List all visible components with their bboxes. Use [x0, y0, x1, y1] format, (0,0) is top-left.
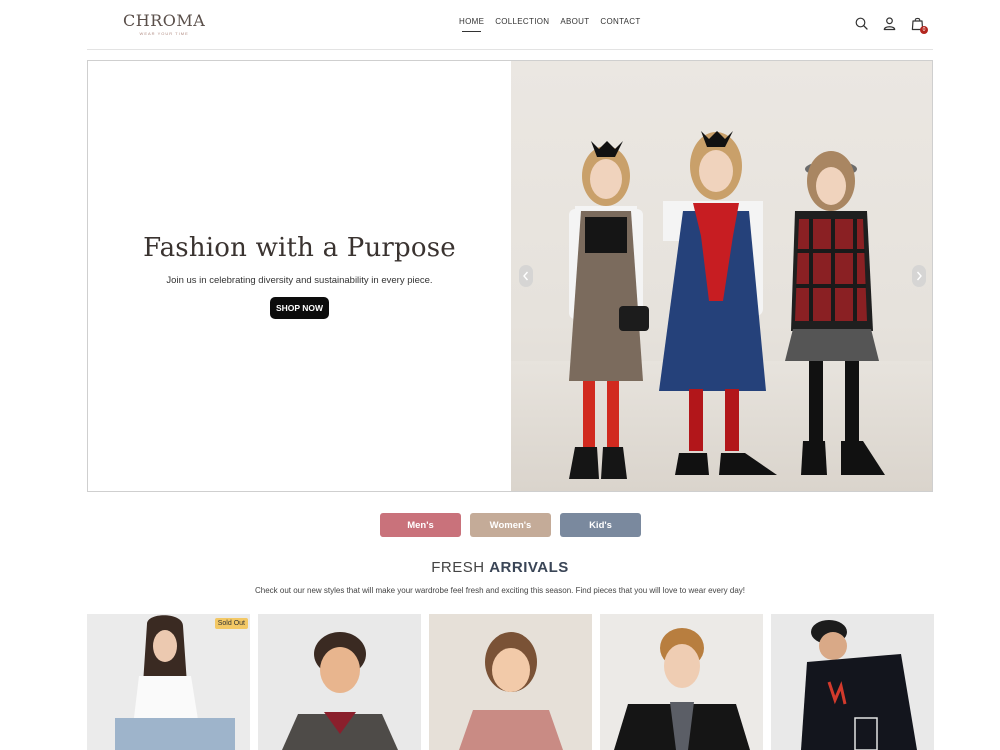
chevron-left-icon — [523, 271, 529, 281]
nav-about[interactable]: ABOUT — [560, 17, 589, 26]
product-image — [771, 614, 934, 750]
hero-text-panel: Fashion with a Purpose Join us in celebr… — [88, 61, 511, 491]
category-womens-button[interactable]: Women's — [470, 513, 551, 537]
hero-next-arrow[interactable] — [912, 265, 926, 287]
product-grid: Sold Out — [87, 614, 934, 750]
product-image — [87, 614, 250, 750]
brand-tagline: WEAR YOUR TIME — [139, 31, 189, 36]
product-image — [429, 614, 592, 750]
hero-subtitle: Join us in celebrating diversity and sus… — [166, 275, 433, 286]
brand-logo[interactable]: CHROMA WEAR YOUR TIME — [123, 11, 206, 37]
main-nav: HOME COLLECTION ABOUT CONTACT — [459, 17, 641, 32]
shop-now-button[interactable]: SHOP NOW — [270, 297, 329, 319]
brand-name: CHROMA — [123, 11, 206, 30]
hero-kids-photo — [511, 131, 932, 491]
nav-contact[interactable]: CONTACT — [600, 17, 640, 26]
fresh-title-bold: ARRIVALS — [489, 559, 569, 576]
cart-count-badge: 0 — [920, 26, 928, 34]
fresh-arrivals-description: Check out our new styles that will make … — [254, 586, 745, 595]
shopping-bag-icon[interactable]: 0 — [910, 16, 928, 34]
product-card[interactable] — [600, 614, 763, 750]
product-image — [600, 614, 763, 750]
hero-title: Fashion with a Purpose — [143, 233, 456, 263]
nav-collection[interactable]: COLLECTION — [495, 17, 549, 26]
site-header: CHROMA WEAR YOUR TIME HOME COLLECTION AB… — [87, 0, 933, 50]
nav-home[interactable]: HOME — [459, 17, 484, 32]
product-card[interactable] — [771, 614, 934, 750]
product-image — [258, 614, 421, 750]
product-card[interactable] — [429, 614, 592, 750]
search-icon[interactable] — [854, 16, 869, 31]
user-icon[interactable] — [882, 16, 897, 31]
category-mens-button[interactable]: Men's — [380, 513, 461, 537]
header-actions: 0 — [854, 16, 928, 34]
category-kids-button[interactable]: Kid's — [560, 513, 641, 537]
sold-out-badge: Sold Out — [214, 618, 248, 629]
product-card[interactable] — [258, 614, 421, 750]
hero-prev-arrow[interactable] — [519, 265, 533, 287]
hero-image-panel — [511, 61, 932, 491]
fresh-arrivals-heading: FRESH ARRIVALS — [0, 559, 1000, 576]
fresh-title-light: FRESH — [431, 559, 485, 576]
product-card[interactable]: Sold Out — [87, 614, 250, 750]
chevron-right-icon — [916, 271, 922, 281]
category-buttons: Men's Women's Kid's — [380, 513, 641, 537]
hero-banner: Fashion with a Purpose Join us in celebr… — [87, 60, 933, 492]
